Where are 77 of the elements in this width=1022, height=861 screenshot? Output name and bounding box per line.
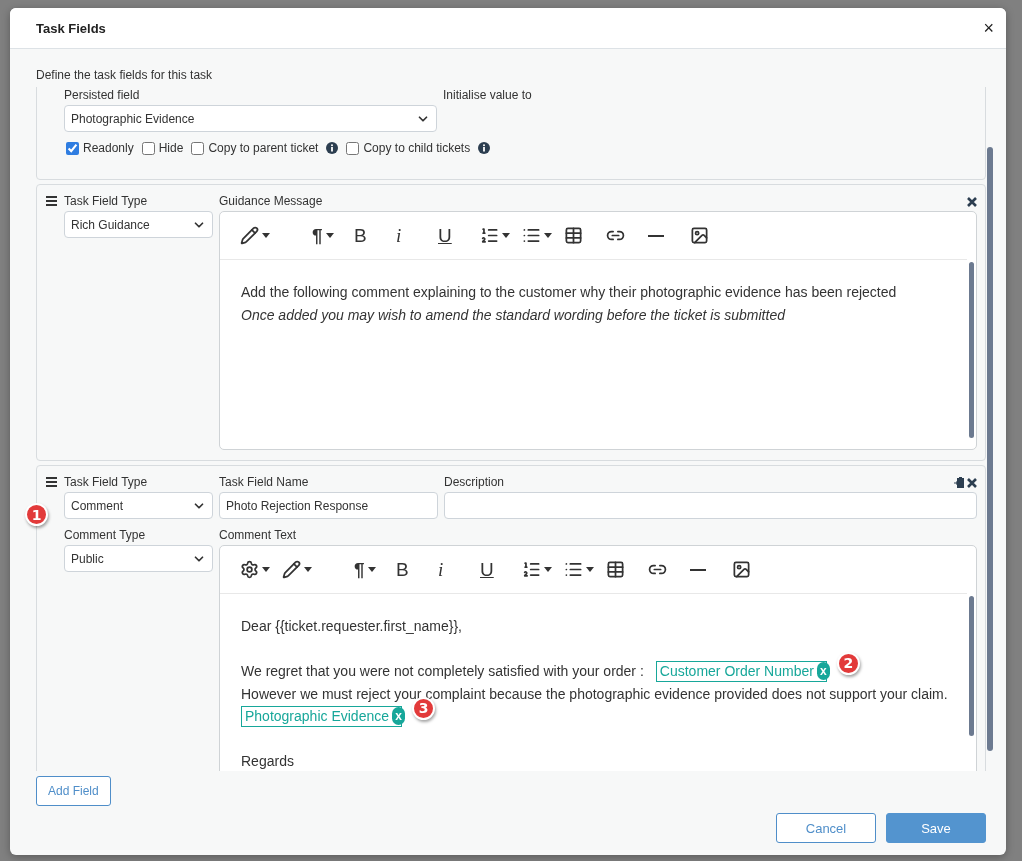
caret-icon — [544, 567, 552, 572]
scrollbar[interactable] — [969, 596, 974, 736]
checkbox[interactable] — [141, 141, 155, 155]
intro-text: Define the task fields for this task — [36, 68, 214, 82]
paragraph-button[interactable]: ¶ — [354, 554, 396, 585]
callout-badge: 2 — [836, 651, 860, 675]
field-label: Task Field Type — [64, 474, 149, 491]
checkbox-label: Copy to child tickets — [363, 141, 471, 155]
scrollbar[interactable] — [987, 147, 993, 751]
horizontal-rule-icon — [690, 568, 706, 571]
dropdown[interactable]: Rich Guidance — [64, 211, 213, 238]
numbered-list-icon — [480, 226, 499, 245]
checkbox[interactable] — [191, 141, 205, 155]
italic-button[interactable]: i — [396, 220, 438, 251]
close-button[interactable]: × — [981, 17, 996, 39]
name-field[interactable]: Photo Rejection Response — [219, 492, 438, 519]
close-icon[interactable] — [967, 477, 977, 488]
caret-icon — [502, 233, 510, 238]
dialog-title: Task Fields — [36, 20, 106, 36]
rich-text-editor[interactable] — [219, 545, 977, 771]
editor-text: Regards — [241, 752, 294, 771]
dropdown[interactable]: Public — [64, 545, 213, 572]
field-label: Task Field Type — [64, 193, 149, 210]
field-label: Comment Type — [64, 527, 147, 544]
horizontal-rule-icon — [648, 234, 664, 237]
italic-button[interactable]: i — [438, 554, 480, 585]
dropdown[interactable]: Comment — [64, 492, 213, 519]
close-icon[interactable] — [967, 196, 977, 207]
field-label: Task Field Name — [219, 474, 310, 491]
field-label: Guidance Message — [219, 193, 323, 210]
add-field-button[interactable]: Add Field — [36, 776, 111, 806]
image-icon — [732, 560, 751, 579]
drag-handle-icon[interactable] — [46, 477, 57, 487]
field-label: Persisted field — [64, 87, 141, 104]
checkbox-label: Copy to parent ticket — [208, 141, 319, 155]
paragraph-button[interactable]: ¶ — [312, 220, 354, 251]
bullet-list-icon — [564, 560, 583, 579]
checkbox[interactable] — [66, 141, 79, 155]
editor-text: We regret that you were not completely satisfied with your order : — [241, 662, 644, 682]
field-label: Initialise value to — [443, 87, 533, 104]
scrollbar[interactable] — [969, 262, 974, 438]
caret-icon — [325, 233, 334, 238]
checkbox[interactable] — [346, 141, 360, 155]
caret-icon — [586, 567, 594, 572]
editor-text: Add the following comment explaining to the customer why their photographic evidence has been rejected — [241, 283, 897, 303]
field-label: Comment Text — [219, 527, 298, 544]
bold-button[interactable]: B — [354, 220, 396, 251]
info-icon[interactable] — [478, 142, 491, 154]
caret-icon — [544, 233, 552, 238]
pencil-icon — [282, 560, 301, 579]
underline-button[interactable]: U — [480, 554, 522, 585]
bullet-list-icon — [522, 226, 541, 245]
table-icon — [564, 226, 583, 245]
image-icon — [690, 226, 709, 245]
clipboard-icon[interactable] — [954, 477, 964, 488]
caret-icon — [304, 567, 312, 572]
bold-button[interactable]: B — [396, 554, 438, 585]
underline-button[interactable]: U — [438, 220, 480, 251]
checkbox-label: Readonly — [83, 141, 134, 155]
table-icon — [606, 560, 625, 579]
rich-text-editor[interactable]: ¶ B i U Add the following comment explaining to the customer why their photographic evidence has been rejected Once added you may wish to amend the standard wording before the ticket is submitted — [219, 211, 977, 450]
description-field[interactable] — [444, 492, 977, 519]
editor-text: Dear {{ticket.requester.first_name}}, — [241, 617, 462, 637]
pencil-icon — [240, 226, 259, 245]
drag-handle-icon[interactable] — [46, 196, 57, 206]
info-icon[interactable] — [326, 142, 339, 154]
settings-icon — [240, 560, 259, 579]
caret-icon — [262, 233, 270, 238]
caret-icon — [367, 567, 376, 572]
checkbox-label: Hide — [158, 141, 184, 155]
dropdown[interactable]: Photographic Evidence — [64, 105, 437, 132]
field-label: Description — [444, 474, 505, 491]
callout-badge: 1 — [25, 503, 48, 526]
editor-text: Once added you may wish to amend the standard wording before the ticket is submitted — [241, 305, 785, 325]
caret-icon — [262, 567, 270, 572]
cancel-button[interactable]: Cancel — [776, 813, 876, 843]
numbered-list-icon — [522, 560, 541, 579]
